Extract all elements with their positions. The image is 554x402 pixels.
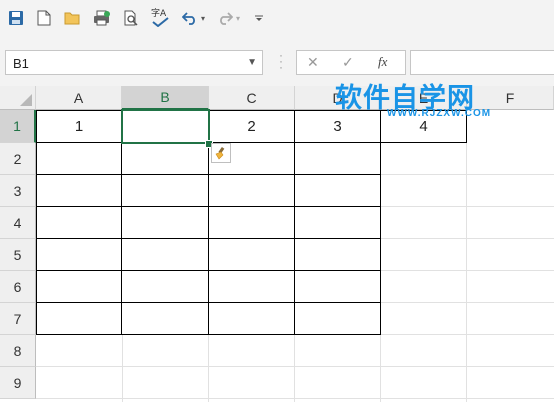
gridline <box>381 334 554 335</box>
brush-icon <box>215 146 225 160</box>
gridline <box>381 302 554 303</box>
cell-c5[interactable] <box>209 239 295 271</box>
row-header-7[interactable]: 7 <box>0 303 36 335</box>
gridline <box>466 143 467 402</box>
cell-b7[interactable] <box>122 303 209 335</box>
paste-options-button[interactable] <box>211 143 231 163</box>
gridline <box>294 335 295 402</box>
gridline <box>208 335 209 402</box>
row-header-4[interactable]: 4 <box>0 207 36 239</box>
cell-b6[interactable] <box>122 271 209 303</box>
cell-a4[interactable] <box>36 207 122 239</box>
cell-d4[interactable] <box>295 207 381 239</box>
gridline <box>381 270 554 271</box>
selected-cell-outline <box>121 109 210 144</box>
name-box-value: B1 <box>13 56 29 71</box>
cell-c6[interactable] <box>209 271 295 303</box>
cell-c7[interactable] <box>209 303 295 335</box>
quick-access-toolbar: 字A ▾ ▾ <box>0 0 554 38</box>
cell-b2[interactable] <box>122 143 209 175</box>
save-icon[interactable] <box>7 9 25 27</box>
column-header-a[interactable]: A <box>36 86 122 110</box>
cell-c1[interactable]: 2 <box>209 110 295 143</box>
cell-d5[interactable] <box>295 239 381 271</box>
gridline <box>36 366 554 367</box>
cell-c3[interactable] <box>209 175 295 207</box>
cell-d6[interactable] <box>295 271 381 303</box>
watermark-url: WWW.RJZXW.COM <box>387 108 492 119</box>
select-all-button[interactable] <box>0 86 36 110</box>
customize-icon[interactable] <box>252 9 266 27</box>
gridline <box>122 335 123 402</box>
cell-a5[interactable] <box>36 239 122 271</box>
cell-a2[interactable] <box>36 143 122 175</box>
column-header-b[interactable]: B <box>122 86 209 110</box>
row-header-8[interactable]: 8 <box>0 335 36 367</box>
gridline <box>381 206 554 207</box>
spreadsheet-grid: A B C D E F 1 2 3 4 5 6 7 8 9 1 2 3 4 软件… <box>0 83 554 402</box>
formula-input[interactable] <box>410 50 554 75</box>
gridline <box>36 398 554 399</box>
cell-b4[interactable] <box>122 207 209 239</box>
cell-a7[interactable] <box>36 303 122 335</box>
gridline <box>381 238 554 239</box>
cell-d3[interactable] <box>295 175 381 207</box>
chevron-down-icon[interactable]: ▼ <box>247 57 257 68</box>
cell-b3[interactable] <box>122 175 209 207</box>
gridline <box>381 174 554 175</box>
name-box[interactable]: B1 ▼ <box>5 50 263 75</box>
spell-check-icon[interactable]: 字A <box>150 9 172 27</box>
watermark-logo: 软件自学网 WWW.RJZXW.COM <box>335 76 490 120</box>
undo-dropdown-icon[interactable]: ▾ <box>198 9 208 27</box>
cell-a3[interactable] <box>36 175 122 207</box>
cancel-icon[interactable]: ✕ <box>307 54 319 71</box>
undo-icon[interactable] <box>181 9 199 27</box>
cell-a6[interactable] <box>36 271 122 303</box>
row-header-1[interactable]: 1 <box>0 110 36 143</box>
print-preview-icon[interactable] <box>122 9 140 27</box>
insert-function-button[interactable]: fx <box>378 54 387 70</box>
row-header-3[interactable]: 3 <box>0 175 36 207</box>
drag-handle-icon[interactable]: · · · <box>279 49 283 73</box>
formula-buttons: ✕ ✓ fx <box>296 50 406 75</box>
enter-icon[interactable]: ✓ <box>342 54 354 71</box>
row-header-5[interactable]: 5 <box>0 239 36 271</box>
redo-dropdown-icon[interactable]: ▾ <box>233 9 243 27</box>
redo-icon[interactable] <box>216 9 234 27</box>
cell-b5[interactable] <box>122 239 209 271</box>
cell-d2[interactable] <box>295 143 381 175</box>
row-header-2[interactable]: 2 <box>0 143 36 175</box>
cell-a1[interactable]: 1 <box>36 110 122 143</box>
cell-d7[interactable] <box>295 303 381 335</box>
print-icon[interactable] <box>93 9 111 27</box>
row-header-6[interactable]: 6 <box>0 271 36 303</box>
gridline <box>380 335 381 402</box>
open-folder-icon[interactable] <box>63 9 81 27</box>
column-header-c[interactable]: C <box>209 86 295 110</box>
new-file-icon[interactable] <box>35 9 53 27</box>
row-header-9[interactable]: 9 <box>0 367 36 399</box>
cell-c4[interactable] <box>209 207 295 239</box>
